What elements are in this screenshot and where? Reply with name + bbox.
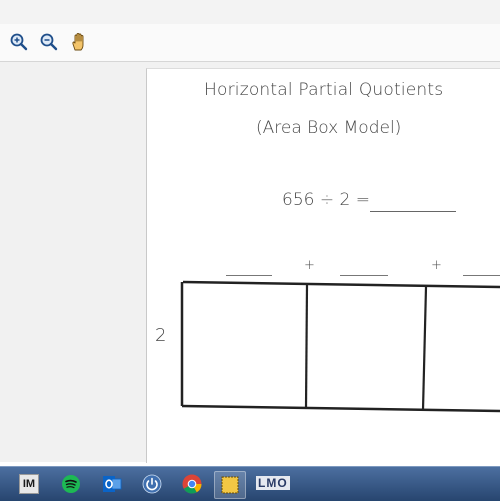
answer-blank [370, 211, 456, 212]
power-button[interactable] [137, 471, 167, 497]
divisor-label: 2 [155, 325, 167, 346]
zoom-out-icon [40, 33, 58, 51]
taskbar: IM [0, 466, 500, 501]
chrome-button[interactable] [177, 471, 207, 497]
outlook-button[interactable] [97, 471, 127, 497]
plus-sign-2: + [431, 258, 442, 273]
zoom-in-icon [10, 33, 28, 51]
worksheet-subtitle: (Area Box Model) [256, 118, 402, 138]
hand-icon [72, 33, 84, 51]
viewer-toolbar [0, 24, 500, 62]
partial-quotient-blank-1 [226, 275, 272, 276]
im-icon: IM [18, 474, 40, 494]
window-top-strip [0, 0, 500, 24]
sticky-notes-icon [221, 476, 239, 494]
power-icon [142, 474, 162, 494]
spotify-icon [62, 475, 80, 493]
partial-quotient-blank-3 [463, 275, 500, 276]
im-app-button[interactable]: IM [14, 471, 44, 497]
partial-quotient-blank-2 [340, 275, 388, 276]
zoom-out-button[interactable] [39, 32, 59, 52]
plus-sign-1: + [304, 258, 315, 273]
lmo-icon[interactable]: LMO [256, 476, 290, 490]
division-equation: 656 ÷ 2 = [282, 190, 370, 210]
hand-tool-button[interactable] [69, 32, 89, 52]
chrome-icon [182, 474, 202, 494]
sticky-notes-button[interactable] [214, 471, 246, 499]
zoom-in-button[interactable] [9, 32, 29, 52]
worksheet-title: Horizontal Partial Quotients [204, 80, 444, 100]
spotify-button[interactable] [56, 471, 86, 497]
outlook-icon [103, 476, 122, 492]
